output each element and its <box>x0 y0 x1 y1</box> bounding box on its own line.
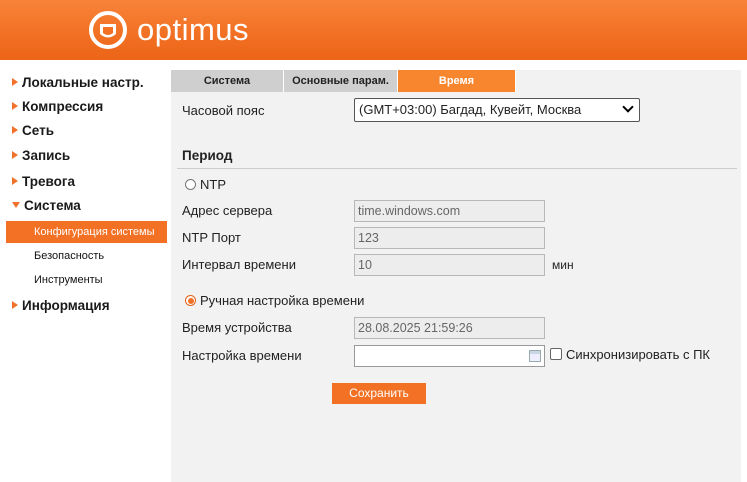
main-panel: Система Основные парам. Время Часовой по… <box>171 70 741 482</box>
device-time-label: Время устройства <box>182 320 292 335</box>
period-heading: Период <box>182 148 233 163</box>
ntp-port-label: NTP Порт <box>182 230 241 245</box>
tab-system[interactable]: Система <box>171 70 284 92</box>
brand-logo: optimus <box>88 9 249 51</box>
sidebar-item-network[interactable]: Сеть <box>12 122 54 140</box>
section-divider <box>177 168 737 169</box>
sidebar-item-label: Запись <box>22 148 71 163</box>
sidebar-item-label: Сеть <box>22 123 54 138</box>
optimus-logo-icon <box>89 11 127 49</box>
time-interval-field[interactable]: 10 <box>354 254 545 276</box>
brand-name: optimus <box>137 12 250 47</box>
time-interval-label: Интервал времени <box>182 257 296 272</box>
server-address-field[interactable]: time.windows.com <box>354 200 545 222</box>
chevron-down-icon <box>622 101 634 113</box>
sidebar-subitem-security[interactable]: Безопасность <box>6 245 167 267</box>
sidebar-item-label: Компрессия <box>22 99 104 114</box>
tab-basic-params[interactable]: Основные парам. <box>284 70 398 92</box>
ntp-label: NTP <box>200 177 226 192</box>
caret-right-icon <box>12 78 18 86</box>
calendar-icon[interactable] <box>529 350 541 362</box>
ntp-radio[interactable] <box>185 179 196 190</box>
ntp-port-field[interactable]: 123 <box>354 227 545 249</box>
sidebar-item-label: Система <box>24 198 81 213</box>
timezone-label: Часовой пояс <box>182 103 265 118</box>
caret-right-icon <box>12 126 18 134</box>
tab-bar: Система Основные парам. Время <box>171 70 516 92</box>
sync-pc-label: Синхронизировать с ПК <box>566 347 710 362</box>
interval-unit: мин <box>552 258 574 272</box>
sidebar-subitem-tools[interactable]: Инструменты <box>6 269 167 291</box>
caret-right-icon <box>12 151 18 159</box>
sidebar: Локальные настр. Компрессия Сеть Запись … <box>6 60 167 482</box>
device-time-field: 28.08.2025 21:59:26 <box>354 317 545 339</box>
manual-time-label: Ручная настройка времени <box>200 293 365 308</box>
header-bar: optimus <box>0 0 747 60</box>
sidebar-item-label: Тревога <box>22 174 75 189</box>
sync-pc-checkbox[interactable] <box>550 348 562 360</box>
set-time-input[interactable] <box>354 345 545 367</box>
tab-time[interactable]: Время <box>398 70 516 92</box>
set-time-label: Настройка времени <box>182 348 302 363</box>
sidebar-item-information[interactable]: Информация <box>12 297 110 315</box>
timezone-value: (GMT+03:00) Багдад, Кувейт, Москва <box>359 102 582 117</box>
sidebar-item-record[interactable]: Запись <box>12 147 70 165</box>
sidebar-item-compression[interactable]: Компрессия <box>12 98 103 116</box>
caret-right-icon <box>12 177 18 185</box>
sidebar-item-label: Информация <box>22 298 110 313</box>
manual-time-radio[interactable] <box>185 295 196 306</box>
caret-right-icon <box>12 102 18 110</box>
caret-down-icon <box>12 202 20 208</box>
sidebar-item-alarm[interactable]: Тревога <box>12 173 75 191</box>
timezone-select[interactable]: (GMT+03:00) Багдад, Кувейт, Москва <box>354 98 640 122</box>
sidebar-item-system[interactable]: Система <box>12 197 81 215</box>
caret-right-icon <box>12 301 18 309</box>
sidebar-item-local-settings[interactable]: Локальные настр. <box>12 74 144 92</box>
sidebar-subitem-system-config[interactable]: Конфигурация системы <box>6 221 167 243</box>
save-button[interactable]: Сохранить <box>332 383 426 404</box>
sidebar-item-label: Локальные настр. <box>22 75 144 90</box>
server-address-label: Адрес сервера <box>182 203 273 218</box>
